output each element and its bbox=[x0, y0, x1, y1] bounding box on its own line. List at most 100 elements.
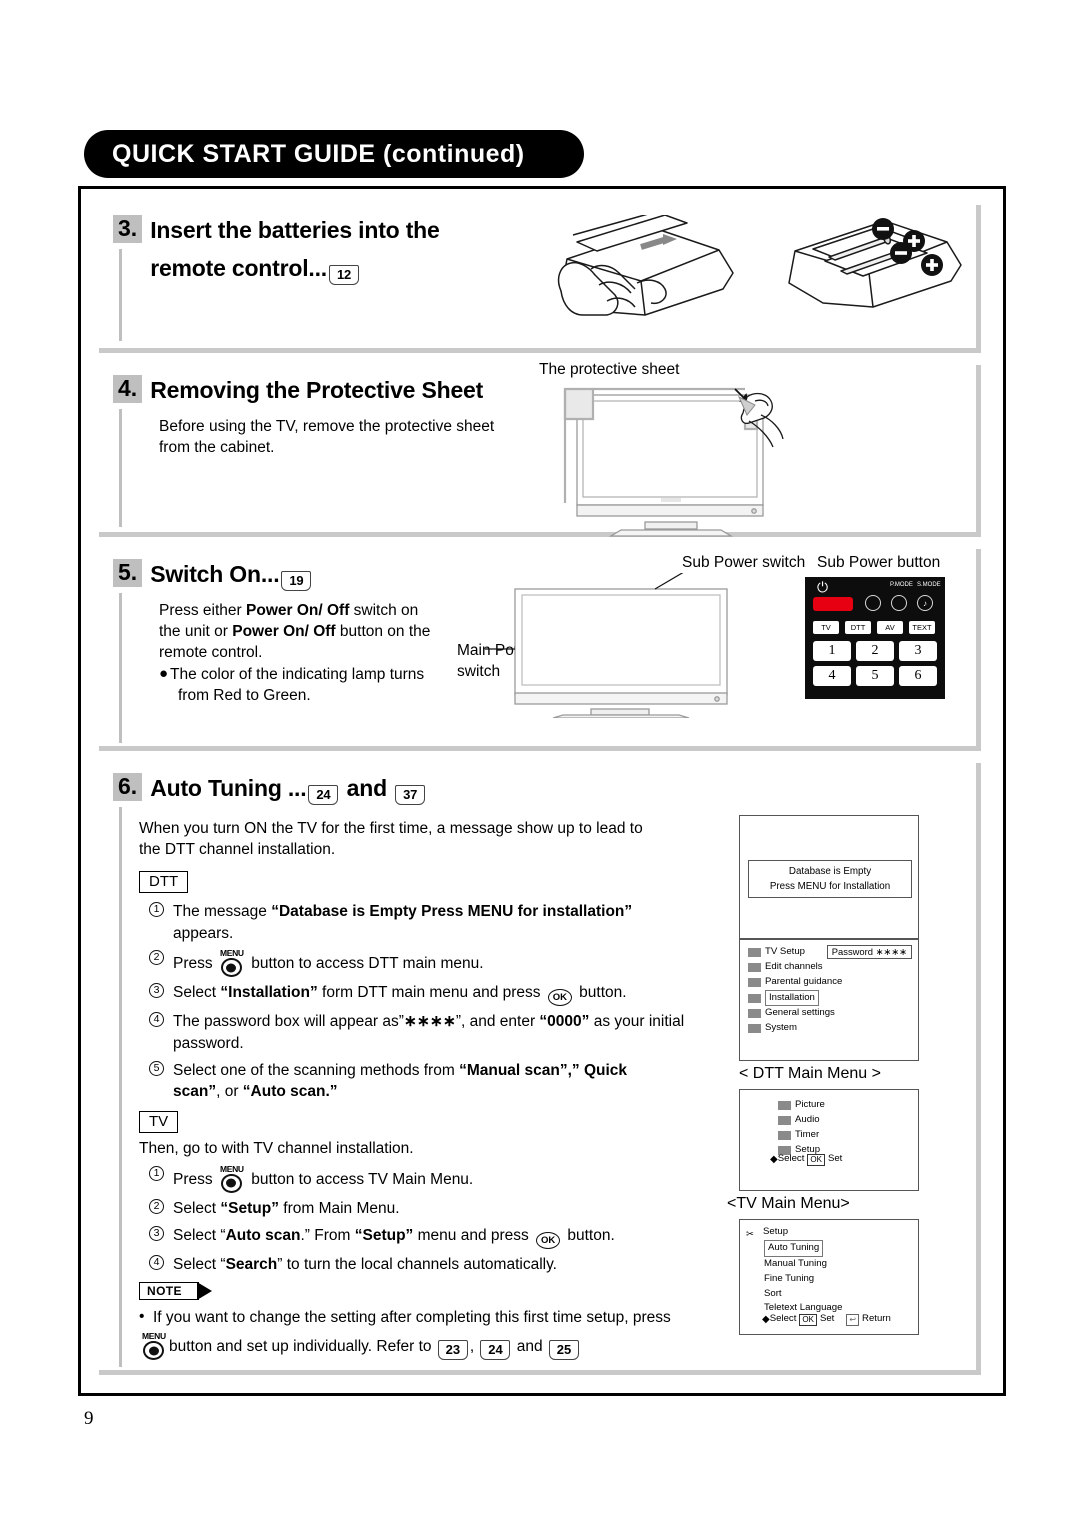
section-6-content: When you turn ON the TV for the first ti… bbox=[139, 819, 739, 1361]
step-text: Select “Installation” form DTT main menu… bbox=[173, 984, 627, 1007]
osd-menu-item[interactable]: Fine Tuning bbox=[764, 1272, 842, 1287]
osd-message-line2: Press MENU for Installation bbox=[769, 881, 891, 892]
step-number: 1 bbox=[149, 1165, 164, 1181]
note-line1: If you want to change the setting after … bbox=[153, 1309, 671, 1327]
section-3-title-line1: Insert the batteries into the bbox=[150, 217, 440, 243]
remote-number-button-1[interactable]: 1 bbox=[813, 641, 851, 661]
osd-menu-item[interactable]: Edit channels bbox=[748, 960, 842, 975]
source-circle-button[interactable] bbox=[865, 595, 881, 611]
section-3-title: Insert the batteries into the remote con… bbox=[150, 215, 440, 286]
osd-dtt-menu-caption: < DTT Main Menu > bbox=[739, 1065, 881, 1082]
step-text-line2: scan”, or “Auto scan.” bbox=[173, 1083, 338, 1101]
osd-dtt-main-menu: Password ∗∗∗∗ TV Setup Edit channels Paren… bbox=[739, 939, 919, 1061]
remote-number-button-5[interactable]: 5 bbox=[856, 666, 894, 686]
step-text: Press MENU button to access DTT main men… bbox=[173, 948, 484, 978]
step-number: 1 bbox=[149, 901, 164, 917]
and-word: and bbox=[346, 775, 387, 801]
menu-button-icon[interactable]: MENU bbox=[220, 948, 244, 978]
remote-battery-illustration bbox=[557, 215, 962, 316]
remote-number-button-3[interactable]: 3 bbox=[899, 641, 937, 661]
page-ref-book-icon[interactable]: 12 bbox=[328, 265, 359, 286]
power-on-off-button[interactable] bbox=[813, 597, 853, 611]
dtt-tag: DTT bbox=[139, 870, 189, 893]
remote-number-button-4[interactable]: 4 bbox=[813, 666, 851, 686]
osd-menu-item[interactable]: Audio bbox=[778, 1113, 825, 1128]
section-5-bullet-line1: The color of the indicating lamp turns bbox=[170, 665, 425, 683]
sub-power-button-label: Sub Power button bbox=[817, 554, 941, 571]
osd-menu-item[interactable]: Auto Tuning bbox=[764, 1240, 842, 1257]
section-5-line3: remote control. bbox=[159, 643, 263, 661]
step-item: 2 Press MENU button to access DTT main me… bbox=[149, 948, 739, 978]
step-text: Select “Search” to turn the local channe… bbox=[173, 1255, 557, 1273]
osd-menu-item-label: Installation bbox=[765, 989, 819, 1007]
osd-menu-item[interactable]: TV Setup bbox=[748, 945, 842, 960]
source-buttons-row: TV DTT AV TEXT bbox=[813, 621, 935, 634]
page-ref-book-icon[interactable]: 25 bbox=[548, 1340, 579, 1361]
osd-tv-menu-caption: <TV Main Menu> bbox=[727, 1195, 850, 1212]
section-5-body: Press either Power On/ Off switch on the… bbox=[159, 601, 489, 707]
osd-menu-item-label: TV Setup bbox=[765, 946, 805, 957]
osd-tv-menu-items: Picture Audio Timer Setup bbox=[778, 1098, 825, 1157]
p-mode-button[interactable] bbox=[891, 595, 907, 611]
section-3-insert-batteries: 3. Insert the batteries into the remote … bbox=[99, 205, 981, 353]
section-6-auto-tuning: 6. Auto Tuning ... 24 and 37 When you tur… bbox=[99, 763, 981, 1375]
remote-number-button-2[interactable]: 2 bbox=[856, 641, 894, 661]
page-ref-book-icon[interactable]: 19 bbox=[281, 571, 312, 591]
remote-source-button-tv[interactable]: TV bbox=[813, 621, 839, 634]
menu-item-icon bbox=[748, 977, 761, 987]
remote-number-button-6[interactable]: 6 bbox=[899, 666, 937, 686]
step-item: 5 Select one of the scanning methods from… bbox=[149, 1060, 739, 1103]
osd-setup-menu: ✂ Setup Auto Tuning Manual Tuning Fine Tun… bbox=[739, 1219, 919, 1335]
step-text: Select one of the scanning methods from … bbox=[173, 1061, 628, 1079]
dtt-tag-wrap: DTT bbox=[139, 870, 739, 893]
osd-tv-footer: ◆ Select OK Set bbox=[770, 1152, 842, 1168]
step-text-line2: password. bbox=[173, 1034, 244, 1052]
page-ref-book-icon[interactable]: 37 bbox=[395, 785, 426, 805]
osd-menu-item-label: Audio bbox=[795, 1113, 820, 1125]
osd-menu-item-label: Manual Tuning bbox=[764, 1257, 827, 1269]
osd-tv-main-menu: Picture Audio Timer Setup ◆ Select OK Set bbox=[739, 1089, 919, 1191]
page-ref-book-icon[interactable]: 23 bbox=[437, 1340, 468, 1361]
section-5-line1: Press either Power On/ Off switch on bbox=[159, 602, 419, 619]
protective-sheet-label: The protective sheet bbox=[539, 361, 680, 378]
menu-button-icon[interactable]: MENU bbox=[220, 1164, 244, 1193]
note-body: • If you want to change the setting afte… bbox=[139, 1308, 739, 1361]
ok-chip-icon: OK bbox=[799, 1313, 817, 1326]
step-number: 5 bbox=[149, 1060, 164, 1076]
osd-menu-item-label: Sort bbox=[764, 1287, 782, 1299]
osd-menu-item-label: Timer bbox=[795, 1128, 820, 1140]
step-text-line2: appears. bbox=[173, 924, 234, 942]
osd-menu-item[interactable]: Picture bbox=[778, 1098, 825, 1113]
osd-menu-item-label: Auto Tuning bbox=[764, 1240, 824, 1257]
osd-menu-item[interactable]: System bbox=[748, 1021, 842, 1036]
menu-item-icon bbox=[748, 1024, 761, 1034]
step-number: 3 bbox=[149, 1225, 164, 1241]
osd-menu-item[interactable]: Timer bbox=[778, 1128, 825, 1143]
ok-button-icon[interactable]: OK bbox=[547, 989, 572, 1007]
osd-menu-item[interactable]: Sort bbox=[764, 1287, 842, 1302]
note-block: NOTE • If you want to change the setting… bbox=[139, 1282, 739, 1361]
section-4-title: Removing the Protective Sheet bbox=[150, 377, 484, 403]
remote-source-button-dtt[interactable]: DTT bbox=[845, 621, 871, 634]
page-ref-book-icon[interactable]: 24 bbox=[480, 1340, 511, 1361]
osd-menu-item-label: Fine Tuning bbox=[764, 1272, 815, 1284]
s-mode-button[interactable]: ♪ bbox=[917, 595, 933, 611]
page-ref-book-icon[interactable]: 24 bbox=[308, 785, 339, 805]
step-text: The password box will appear as”∗∗∗∗”, a… bbox=[173, 1013, 685, 1031]
osd-menu-item[interactable]: Manual Tuning bbox=[764, 1257, 842, 1272]
osd-menu-item[interactable]: Parental guidance bbox=[748, 975, 842, 990]
menu-button-icon[interactable]: MENU bbox=[142, 1331, 166, 1361]
number-buttons-grid: 123 456 bbox=[813, 641, 939, 686]
ok-button-icon[interactable]: OK bbox=[536, 1231, 561, 1249]
osd-menu-item[interactable]: General settings bbox=[748, 1006, 842, 1021]
bullet-dot-icon: • bbox=[139, 1308, 145, 1326]
remote-source-button-text[interactable]: TEXT bbox=[909, 621, 935, 634]
osd-password-value: ∗∗∗∗ bbox=[875, 946, 907, 957]
sub-power-switch-label: Sub Power switch bbox=[682, 554, 806, 571]
remote-source-button-av[interactable]: AV bbox=[877, 621, 903, 634]
menu-item-icon bbox=[748, 1009, 761, 1019]
section-5-bullet-line2: from Red to Green. bbox=[178, 686, 311, 704]
osd-menu-item[interactable]: Installation bbox=[748, 989, 842, 1007]
menu-item-icon bbox=[748, 947, 761, 957]
osd-menu-item-label: Picture bbox=[795, 1099, 825, 1110]
